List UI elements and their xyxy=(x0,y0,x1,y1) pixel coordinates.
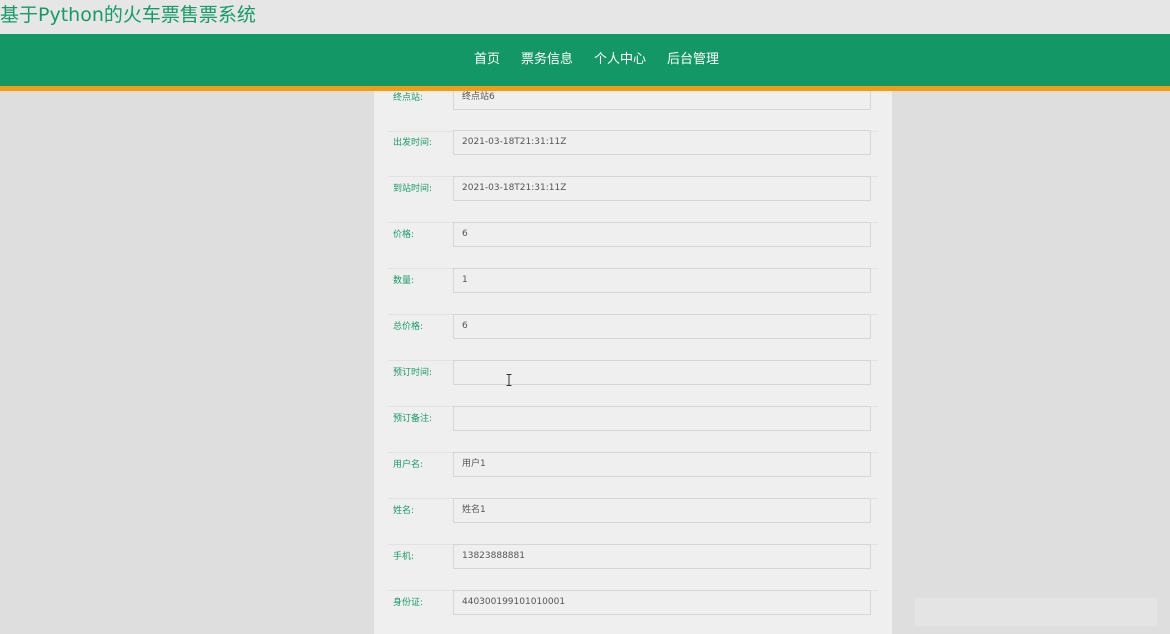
field-label: 出发时间: xyxy=(393,138,433,148)
name-field[interactable]: 姓名1 xyxy=(453,498,871,523)
field-label: 预订备注: xyxy=(393,414,433,424)
form-row-total-price: 总价格: 6 xyxy=(388,314,878,361)
form-row-arrival-time: 到站时间: 2021-03-18T21:31:11Z xyxy=(388,176,878,223)
form-row-name: 姓名: 姓名1 xyxy=(388,498,878,545)
booking-time-field[interactable] xyxy=(453,360,871,385)
total-price-field[interactable]: 6 xyxy=(453,314,871,339)
field-label: 总价格: xyxy=(393,322,424,332)
form-row-booking-time: 预订时间: xyxy=(388,360,878,407)
site-header: 基于Python的火车票售票系统 xyxy=(0,0,1170,34)
field-label: 预订时间: xyxy=(393,368,433,378)
field-label: 身份证: xyxy=(393,598,424,608)
text-cursor-icon xyxy=(506,374,512,386)
nav-personal-center[interactable]: 个人中心 xyxy=(594,34,646,86)
site-title: 基于Python的火车票售票系统 xyxy=(0,4,256,26)
phone-field[interactable]: 13823888881 xyxy=(453,544,871,569)
nav-admin[interactable]: 后台管理 xyxy=(667,34,719,86)
form-row-phone: 手机: 13823888881 xyxy=(388,544,878,591)
field-label: 姓名: xyxy=(393,506,415,516)
field-label: 终点站: xyxy=(393,93,424,103)
form-row-id-card: 身份证: 440300199101010001 xyxy=(388,590,878,634)
departure-time-field[interactable]: 2021-03-18T21:31:11Z xyxy=(453,130,871,155)
nav-home[interactable]: 首页 xyxy=(474,34,500,86)
field-label: 用户名: xyxy=(393,460,424,470)
main-navbar: 首页 票务信息 个人中心 后台管理 xyxy=(0,34,1170,86)
form-row-quantity: 数量: 1 xyxy=(388,268,878,315)
nav-ticket-info[interactable]: 票务信息 xyxy=(521,34,573,86)
field-label: 手机: xyxy=(393,552,415,562)
price-field[interactable]: 6 xyxy=(453,222,871,247)
form-row-destination: 终点站: 终点站6 xyxy=(388,91,878,132)
field-label: 价格: xyxy=(393,230,415,240)
form-row-username: 用户名: 用户1 xyxy=(388,452,878,499)
id-card-field[interactable]: 440300199101010001 xyxy=(453,590,871,615)
arrival-time-field[interactable]: 2021-03-18T21:31:11Z xyxy=(453,176,871,201)
field-label: 到站时间: xyxy=(393,184,433,194)
quantity-field[interactable]: 1 xyxy=(453,268,871,293)
field-label: 数量: xyxy=(393,276,415,286)
username-field[interactable]: 用户1 xyxy=(453,452,871,477)
order-detail-form: 终点站: 终点站6 出发时间: 2021-03-18T21:31:11Z 到站时… xyxy=(374,91,892,634)
destination-field[interactable]: 终点站6 xyxy=(453,91,871,110)
form-row-price: 价格: 6 xyxy=(388,222,878,269)
form-row-departure-time: 出发时间: 2021-03-18T21:31:11Z xyxy=(388,130,878,177)
form-row-booking-note: 预订备注: xyxy=(388,406,878,453)
booking-note-field[interactable] xyxy=(453,406,871,431)
notification-placeholder xyxy=(915,598,1157,626)
